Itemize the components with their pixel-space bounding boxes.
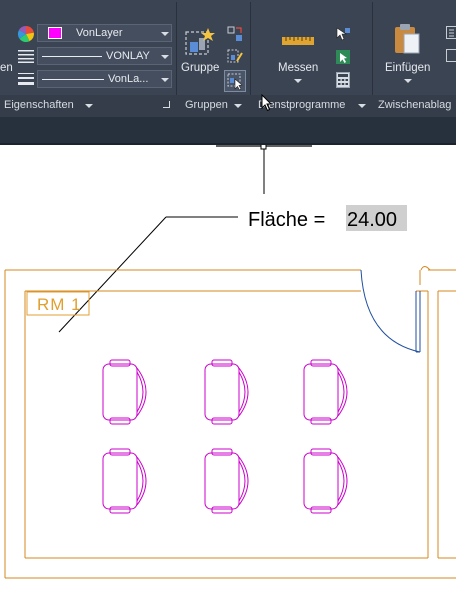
color-wheel-icon[interactable] [17, 25, 35, 48]
dialog-launcher-icon[interactable] [163, 101, 170, 108]
chevron-down-icon[interactable] [85, 104, 93, 108]
linetype-preview [42, 56, 102, 57]
paste-button-label[interactable]: Einfügen [385, 62, 430, 74]
paste-icon[interactable] [393, 22, 421, 61]
door-swing [361, 270, 420, 352]
ribbon-panel-label-bar: Eigenschaften Gruppen Dienstprogramme Zw… [0, 95, 456, 117]
quick-select-icon[interactable] [335, 26, 351, 47]
panel-label-zwischenablage[interactable]: Zwischenablag [378, 99, 451, 111]
chevron-down-icon [161, 55, 169, 59]
linetype-dropdown[interactable]: VONLAY [37, 47, 172, 65]
group-edit-icon[interactable] [227, 49, 243, 70]
ribbon-bottom-strip [0, 117, 456, 145]
group-icon[interactable] [184, 26, 216, 63]
chair[interactable] [304, 360, 347, 424]
linetype-dropdown-value: VONLAY [106, 50, 150, 62]
chair[interactable] [103, 360, 146, 424]
ungroup-icon[interactable] [227, 26, 243, 47]
measure-button-label[interactable]: Messen [278, 62, 318, 74]
chair[interactable] [304, 449, 347, 513]
chevron-down-icon [161, 78, 169, 82]
chair-group [103, 360, 347, 513]
lineweight-preview [42, 79, 104, 80]
cut-off-label: en [0, 62, 13, 74]
color-dropdown-value: VonLayer [76, 27, 122, 39]
area-value: 24.00 [347, 209, 397, 231]
lineweight-dropdown[interactable]: VonLa... [37, 70, 172, 88]
lineweight-icon[interactable] [17, 71, 35, 92]
linetype-icon[interactable] [17, 48, 35, 69]
chevron-down-icon[interactable] [358, 104, 366, 108]
grip-point[interactable] [261, 145, 266, 149]
chair[interactable] [205, 449, 248, 513]
chair[interactable] [205, 360, 248, 424]
drawing-canvas[interactable]: Fläche = 24.00 RM [0, 145, 456, 584]
group-select-icon[interactable] [224, 70, 246, 92]
chair[interactable] [103, 449, 146, 513]
panel-label-eigenschaften[interactable]: Eigenschaften [4, 99, 74, 111]
room-tag[interactable]: RM 1 [37, 295, 82, 314]
calculator-icon[interactable] [336, 72, 350, 93]
cut-icon[interactable] [446, 26, 456, 45]
area-label: Fläche = [248, 209, 331, 231]
ruler-icon[interactable] [282, 34, 314, 52]
color-dropdown[interactable]: VonLayer [37, 24, 172, 42]
group-button-label[interactable]: Gruppe [181, 62, 219, 74]
chevron-down-icon [161, 32, 169, 36]
panel-label-gruppen[interactable]: Gruppen [185, 99, 228, 111]
select-all-icon[interactable] [335, 49, 351, 70]
chevron-down-icon[interactable] [234, 104, 242, 108]
chevron-down-icon[interactable] [294, 79, 302, 83]
ribbon: en VonLayer VONLAY [0, 0, 456, 117]
mouse-pointer-icon [261, 94, 273, 117]
color-swatch [48, 27, 62, 39]
copy-icon[interactable] [446, 49, 456, 68]
lineweight-dropdown-value: VonLa... [108, 73, 148, 85]
cad-drawing[interactable]: Fläche = 24.00 RM [0, 145, 456, 584]
chevron-down-icon[interactable] [404, 79, 412, 83]
